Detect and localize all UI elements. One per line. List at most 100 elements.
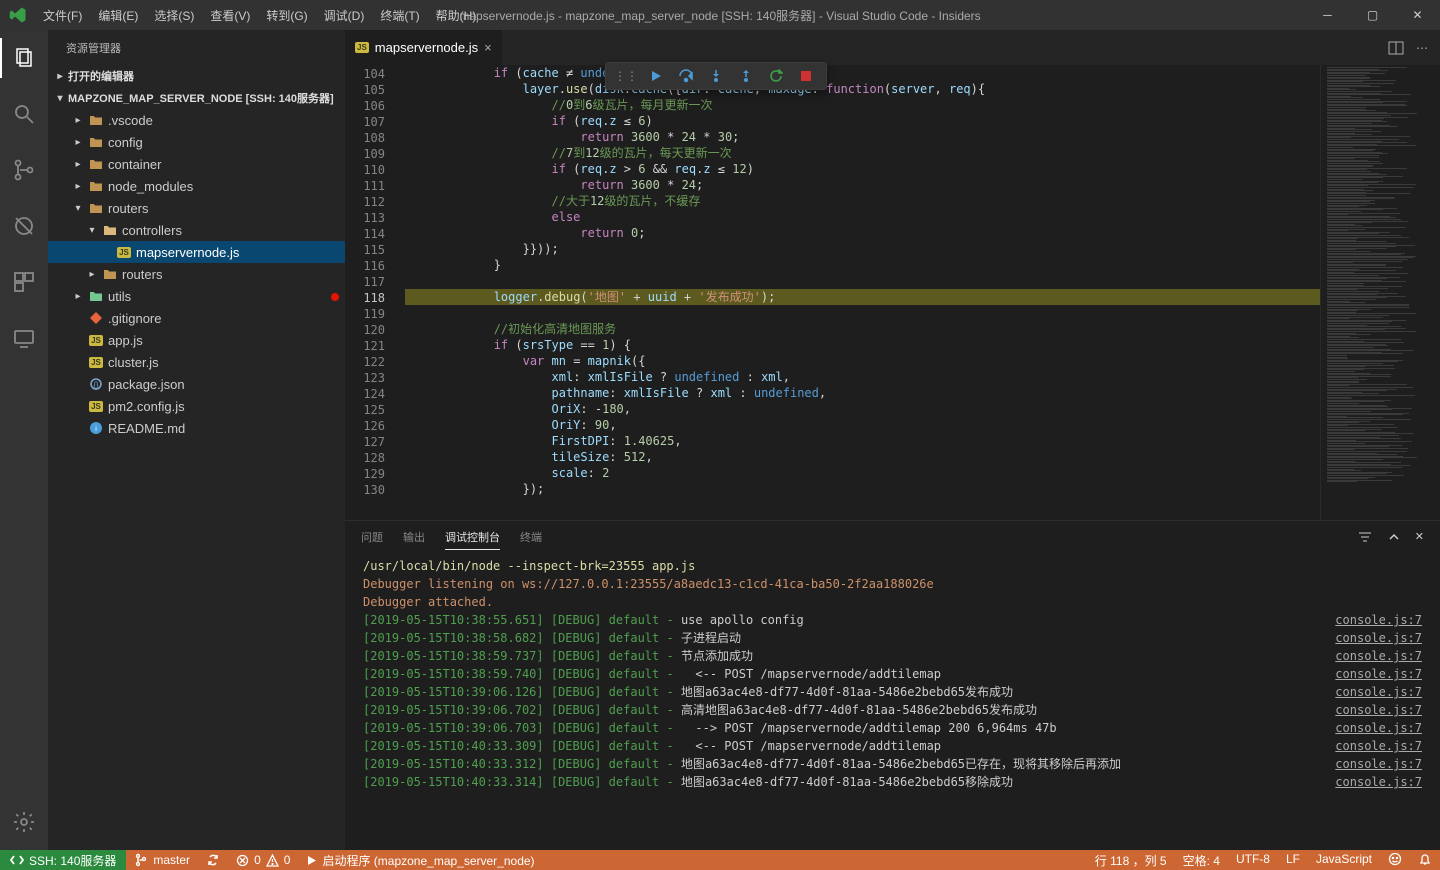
maximize-button[interactable]: ▢ xyxy=(1350,0,1395,30)
panel-maximize-icon[interactable] xyxy=(1387,530,1401,544)
file-tree: ▸打开的编辑器▾MAPZONE_MAP_SERVER_NODE [SSH: 14… xyxy=(48,65,345,850)
code-content[interactable]: if (cache ≠ undefined) { layer.use(disk.… xyxy=(405,65,1320,520)
file-pm2.config.js[interactable]: JSpm2.config.js xyxy=(48,395,345,417)
problems-indicator[interactable]: 0 0 xyxy=(228,850,298,870)
file-.gitignore[interactable]: .gitignore xyxy=(48,307,345,329)
project-root[interactable]: ▾MAPZONE_MAP_SERVER_NODE [SSH: 140服务器] xyxy=(48,87,345,109)
eol[interactable]: LF xyxy=(1278,852,1308,866)
debug-toolbar[interactable]: ⋮⋮ xyxy=(605,62,827,90)
log-source-link[interactable]: console.js:7 xyxy=(1335,719,1422,737)
panel-tab[interactable]: 调试控制台 xyxy=(445,525,500,550)
folder-icon xyxy=(100,224,120,236)
log-source-link[interactable]: console.js:7 xyxy=(1335,647,1422,665)
debug-activity-icon[interactable] xyxy=(0,206,48,246)
language-mode[interactable]: JavaScript xyxy=(1308,852,1380,866)
menu-item[interactable]: 查看(V) xyxy=(202,3,258,28)
feedback-icon[interactable] xyxy=(1380,852,1410,866)
log-source-link[interactable]: console.js:7 xyxy=(1335,755,1422,773)
file-app.js[interactable]: JSapp.js xyxy=(48,329,345,351)
panel-tab[interactable]: 问题 xyxy=(361,525,383,549)
log-source-link[interactable]: console.js:7 xyxy=(1335,701,1422,719)
panel-tab[interactable]: 终端 xyxy=(520,525,542,549)
log-source-link[interactable]: console.js:7 xyxy=(1335,629,1422,647)
open-editors-section[interactable]: ▸打开的编辑器 xyxy=(48,65,345,87)
code-editor[interactable]: 1041051061071081091101111121131141151161… xyxy=(345,65,1440,520)
vscode-logo-icon xyxy=(0,6,35,24)
file-README.md[interactable]: iREADME.md xyxy=(48,417,345,439)
js-file-icon: JS xyxy=(86,335,106,346)
folder-icon xyxy=(100,268,120,280)
window-title: mapservernode.js - mapzone_map_server_no… xyxy=(459,7,980,24)
folder-.vscode[interactable]: ▸.vscode xyxy=(48,109,345,131)
folder-icon xyxy=(86,180,106,192)
notification-bell-icon[interactable] xyxy=(1410,852,1440,866)
explorer-sidebar: 资源管理器 ▸打开的编辑器▾MAPZONE_MAP_SERVER_NODE [S… xyxy=(48,30,345,850)
status-bar: SSH: 140服务器 master 0 0 启动程序 (mapzone_map… xyxy=(0,850,1440,870)
editor-area: JS mapservernode.js × ⋯ ⋮⋮ xyxy=(345,30,1440,850)
editor-tabs: JS mapservernode.js × ⋯ xyxy=(345,30,1440,65)
folder-container[interactable]: ▸container xyxy=(48,153,345,175)
git-branch[interactable]: master xyxy=(126,850,198,870)
sidebar-title: 资源管理器 xyxy=(48,30,345,65)
debug-launch-indicator[interactable]: 启动程序 (mapzone_map_server_node) xyxy=(298,850,542,870)
step-out-button[interactable] xyxy=(732,64,760,88)
stop-button[interactable] xyxy=(792,64,820,88)
log-source-link[interactable]: console.js:7 xyxy=(1335,773,1422,791)
settings-gear-icon[interactable] xyxy=(0,802,48,842)
restart-button[interactable] xyxy=(762,64,790,88)
file-mapservernode.js[interactable]: JSmapservernode.js xyxy=(48,241,345,263)
log-source-link[interactable]: console.js:7 xyxy=(1335,665,1422,683)
svg-text:{}: {} xyxy=(94,382,99,389)
step-into-button[interactable] xyxy=(702,64,730,88)
folder-icon xyxy=(86,158,106,170)
remote-activity-icon[interactable] xyxy=(0,318,48,358)
debug-console[interactable]: /usr/local/bin/node --inspect-brk=23555 … xyxy=(345,553,1440,850)
scm-activity-icon[interactable] xyxy=(0,150,48,190)
file-package.json[interactable]: {}package.json xyxy=(48,373,345,395)
panel-close-icon[interactable]: ✕ xyxy=(1415,530,1424,544)
panel-tab[interactable]: 输出 xyxy=(403,525,425,549)
more-actions-icon[interactable]: ⋯ xyxy=(1416,41,1428,55)
cursor-position[interactable]: 行 118 ，列 5 xyxy=(1087,852,1175,869)
menu-item[interactable]: 调试(D) xyxy=(316,3,373,28)
close-window-button[interactable]: ✕ xyxy=(1395,0,1440,30)
search-activity-icon[interactable] xyxy=(0,94,48,134)
log-source-link[interactable]: console.js:7 xyxy=(1335,737,1422,755)
log-source-link[interactable]: console.js:7 xyxy=(1335,683,1422,701)
extensions-activity-icon[interactable] xyxy=(0,262,48,302)
tab-mapservernode[interactable]: JS mapservernode.js × xyxy=(345,30,503,65)
menu-item[interactable]: 终端(T) xyxy=(372,3,427,28)
menu-item[interactable]: 文件(F) xyxy=(35,3,90,28)
minimap[interactable] xyxy=(1320,65,1440,520)
split-editor-icon[interactable] xyxy=(1388,40,1404,56)
explorer-activity-icon[interactable] xyxy=(0,38,48,78)
indentation[interactable]: 空格: 4 xyxy=(1175,852,1228,869)
remote-indicator[interactable]: SSH: 140服务器 xyxy=(0,850,126,870)
folder-icon xyxy=(86,202,106,214)
branch-label: master xyxy=(153,853,190,867)
menu-item[interactable]: 转到(G) xyxy=(258,3,315,28)
tab-close-icon[interactable]: × xyxy=(484,40,492,55)
folder-config[interactable]: ▸config xyxy=(48,131,345,153)
folder-node_modules[interactable]: ▸node_modules xyxy=(48,175,345,197)
line-gutter[interactable]: 1041051061071081091101111121131141151161… xyxy=(345,65,405,520)
minimize-button[interactable]: ─ xyxy=(1305,0,1350,30)
menu-item[interactable]: 选择(S) xyxy=(146,3,202,28)
remote-label: SSH: 140服务器 xyxy=(29,852,116,869)
js-file-icon: JS xyxy=(355,42,369,53)
log-source-link[interactable]: console.js:7 xyxy=(1335,611,1422,629)
sync-button[interactable] xyxy=(198,850,228,870)
folder-routers[interactable]: ▸routers xyxy=(48,263,345,285)
folder-controllers[interactable]: ▾controllers xyxy=(48,219,345,241)
step-over-button[interactable] xyxy=(672,64,700,88)
encoding[interactable]: UTF-8 xyxy=(1228,852,1278,866)
menu-item[interactable]: 编辑(E) xyxy=(90,3,146,28)
filter-icon[interactable] xyxy=(1357,530,1373,544)
continue-button[interactable] xyxy=(642,64,670,88)
folder-routers[interactable]: ▾routers xyxy=(48,197,345,219)
drag-handle-icon[interactable]: ⋮⋮ xyxy=(612,64,640,88)
folder-utils[interactable]: ▸utils xyxy=(48,285,345,307)
js-file-icon: JS xyxy=(86,401,106,412)
titlebar: 文件(F)编辑(E)选择(S)查看(V)转到(G)调试(D)终端(T)帮助(H)… xyxy=(0,0,1440,30)
file-cluster.js[interactable]: JScluster.js xyxy=(48,351,345,373)
